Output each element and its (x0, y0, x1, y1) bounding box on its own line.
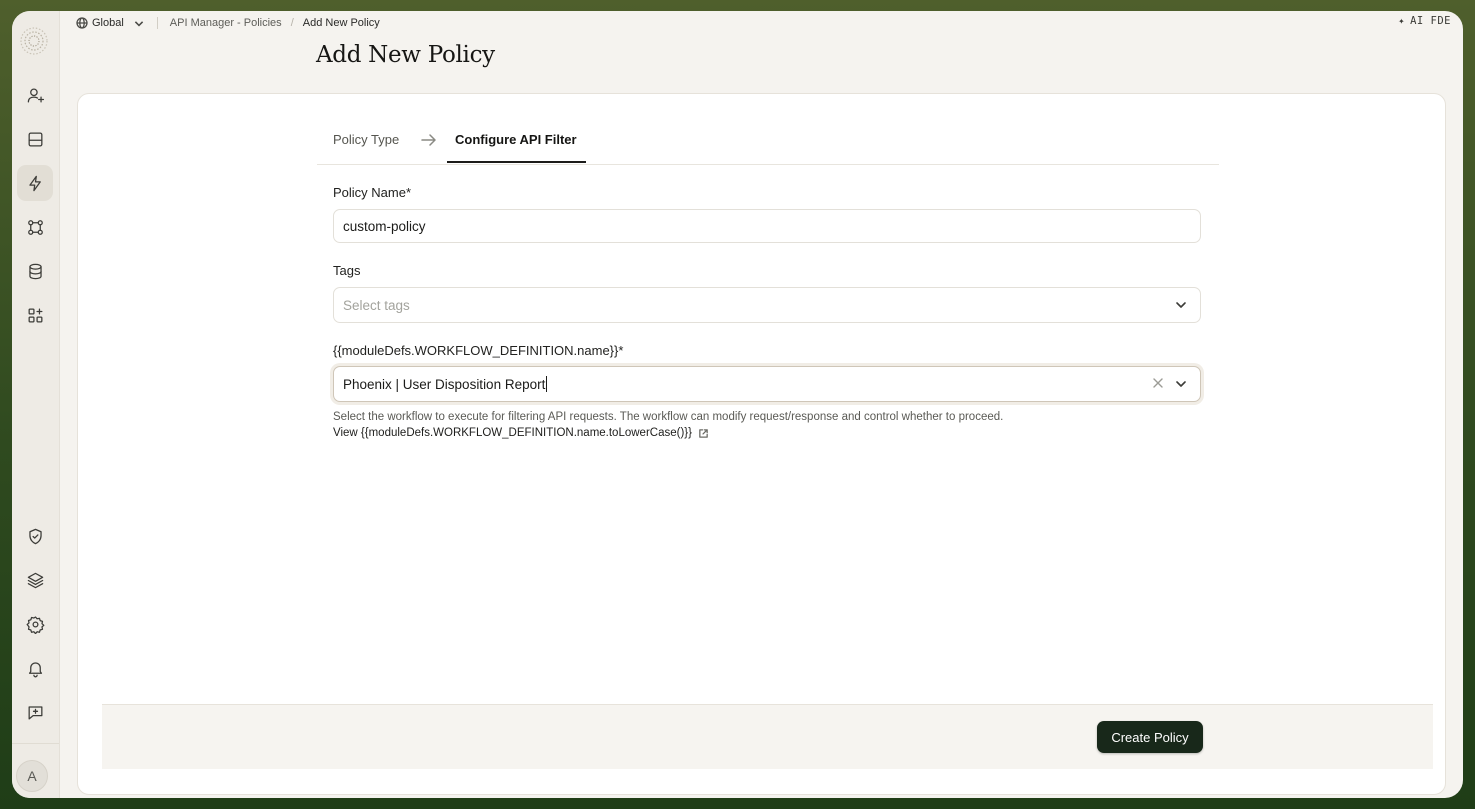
lightning-icon (28, 175, 41, 191)
workspace-selector[interactable]: Global (76, 17, 145, 29)
view-workflow-link[interactable]: View {{moduleDefs.WORKFLOW_DEFINITION.na… (333, 427, 709, 439)
active-tab-indicator (447, 161, 586, 163)
layers-icon (27, 572, 43, 588)
external-link-icon (699, 428, 708, 438)
chevron-down-icon[interactable] (1174, 298, 1188, 312)
tab-configure-api-filter[interactable]: Configure API Filter (455, 132, 577, 147)
arrow-right-icon (420, 132, 438, 153)
inbox-icon (28, 132, 42, 146)
sparkle-icon: ✦ (1398, 15, 1406, 27)
view-workflow-link-label: View {{moduleDefs.WORKFLOW_DEFINITION.na… (333, 427, 692, 439)
create-policy-button[interactable]: Create Policy (1097, 721, 1203, 753)
close-icon[interactable] (1152, 377, 1164, 389)
settings-nav-button[interactable] (17, 606, 53, 642)
avatar[interactable]: A (16, 760, 48, 792)
logo-icon[interactable] (18, 25, 50, 57)
breadcrumb: Global API Manager - Policies / Add New … (76, 14, 380, 32)
sidebar-divider (12, 743, 59, 744)
gear-icon (26, 615, 44, 634)
security-nav-button[interactable] (17, 518, 53, 554)
workspace-label: Global (92, 17, 124, 29)
policy-name-label: Policy Name* (333, 185, 412, 200)
layers-nav-button[interactable] (17, 562, 53, 598)
apps-nav-button[interactable] (17, 297, 53, 333)
workflow-nodes-icon (27, 219, 43, 235)
apps-add-icon (28, 308, 42, 322)
chevron-down-icon[interactable] (1174, 377, 1188, 391)
page-title: Add New Policy (316, 42, 495, 68)
policy-form-card: Policy Type Configure API Filter Policy … (77, 93, 1446, 795)
workflow-label: {{moduleDefs.WORKFLOW_DEFINITION.name}}* (333, 343, 624, 358)
tags-placeholder: Select tags (343, 297, 410, 313)
tab-policy-type[interactable]: Policy Type (333, 132, 399, 147)
user-plus-icon (27, 88, 44, 102)
notifications-nav-button[interactable] (17, 650, 53, 686)
tags-select[interactable]: Select tags (333, 287, 1201, 323)
feedback-nav-button[interactable] (17, 694, 53, 730)
workflow-help-text: Select the workflow to execute for filte… (333, 411, 1004, 423)
ai-fde-label: AI FDE (1410, 15, 1451, 27)
stepper-tabs: Policy Type Configure API Filter (317, 122, 1219, 165)
policy-name-value: custom-policy (343, 218, 426, 234)
form-footer: Create Policy (102, 704, 1433, 769)
sidebar: A (12, 11, 60, 798)
bell-icon (28, 661, 42, 677)
policy-name-input[interactable]: custom-policy (333, 209, 1201, 243)
breadcrumb-separator: / (290, 17, 294, 29)
feedback-icon (28, 705, 42, 719)
text-caret (546, 376, 548, 392)
app-window: A Global API Manager - Policies / Add Ne… (12, 11, 1463, 798)
workflow-value: Phoenix | User Disposition Report (343, 376, 546, 392)
tags-label: Tags (333, 263, 361, 278)
database-nav-button[interactable] (17, 253, 53, 289)
workflow-select[interactable]: Phoenix | User Disposition Report (333, 366, 1201, 402)
users-nav-button[interactable] (17, 77, 53, 113)
breadcrumb-current: Add New Policy (302, 17, 380, 29)
breadcrumb-api-manager[interactable]: API Manager - Policies (170, 17, 282, 29)
automation-nav-button[interactable] (17, 165, 53, 201)
workflow-nav-button[interactable] (17, 209, 53, 245)
ai-fde-button[interactable]: ✦ AI FDE (1398, 15, 1451, 27)
database-icon (28, 263, 42, 279)
topbar-divider (156, 17, 158, 29)
inbox-nav-button[interactable] (17, 121, 53, 157)
chevron-down-icon (134, 21, 143, 27)
shield-check-icon (28, 528, 42, 544)
globe-icon (76, 17, 88, 29)
